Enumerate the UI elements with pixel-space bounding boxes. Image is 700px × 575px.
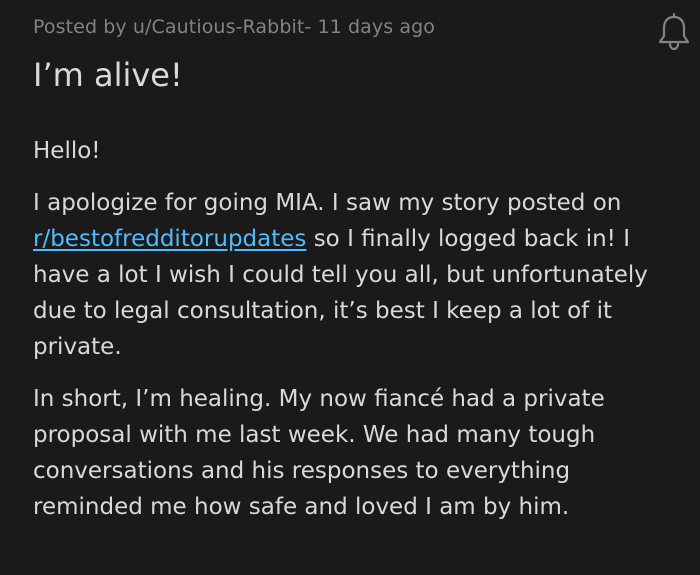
bell-icon[interactable] bbox=[656, 12, 692, 52]
paragraph-greeting: Hello! bbox=[33, 138, 101, 164]
subreddit-link[interactable]: r/bestofredditorupdates bbox=[33, 226, 306, 252]
post-title: I’m alive! bbox=[33, 56, 183, 94]
paragraph-apology: I apologize for going MIA. I saw my stor… bbox=[33, 185, 673, 365]
post-body: Hello! I apologize for going MIA. I saw … bbox=[33, 133, 673, 541]
post: Posted by u/Cautious-Rabbit- 11 days ago… bbox=[0, 0, 700, 575]
paragraph-apology-start: I apologize for going MIA. I saw my stor… bbox=[33, 190, 622, 216]
paragraph-update: In short, I’m healing. My now fiancé had… bbox=[33, 386, 605, 520]
post-meta: Posted by u/Cautious-Rabbit- 11 days ago bbox=[33, 16, 436, 38]
